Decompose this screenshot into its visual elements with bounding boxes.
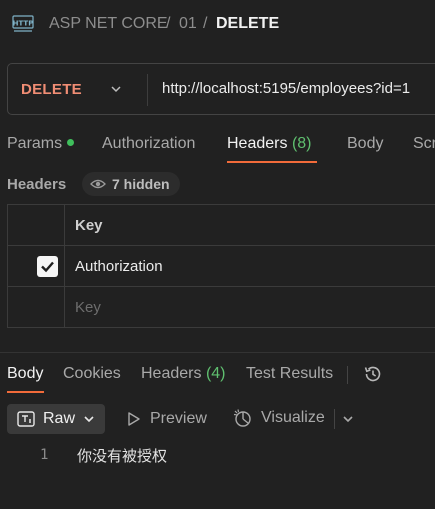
breadcrumb-current-request[interactable]: DELETE: [216, 15, 279, 33]
column-divider: [64, 205, 65, 245]
params-status-dot: [67, 139, 75, 147]
header-enabled-checkbox[interactable]: [37, 256, 58, 277]
response-tab-headers-count: (4): [205, 365, 226, 382]
column-divider: [64, 246, 65, 286]
url-input[interactable]: http://localhost:5195/employees?id=1: [162, 80, 410, 97]
response-tab-headers-label: Headers: [141, 365, 202, 382]
response-tab-test-results[interactable]: Test Results: [246, 365, 333, 383]
breadcrumb-separator: /: [166, 15, 171, 32]
divider: [347, 366, 348, 384]
http-request-icon: HTTP: [12, 15, 34, 32]
new-header-key-input[interactable]: Key: [75, 299, 101, 316]
visualize-icon: [233, 409, 251, 427]
hidden-headers-label: 7 hidden: [112, 176, 170, 192]
active-tab-indicator: [227, 161, 317, 163]
raw-format-select[interactable]: Raw: [7, 404, 105, 434]
key-column-header: Key: [75, 217, 103, 234]
active-response-tab-indicator: [7, 391, 44, 393]
table-header-row: Key: [8, 205, 435, 246]
tab-params-label: Params: [7, 135, 63, 152]
line-number: 1: [40, 447, 49, 463]
visualize-label: Visualize: [261, 409, 325, 426]
header-key-cell[interactable]: Authorization: [75, 258, 163, 275]
table-row: Authorization: [8, 246, 435, 287]
request-bar: DELETE http://localhost:5195/employees?i…: [7, 63, 435, 115]
response-tab-headers[interactable]: Headers (4): [141, 365, 226, 383]
checkmark-icon: [41, 261, 54, 273]
svg-text:HTTP: HTTP: [13, 20, 34, 28]
play-icon: [128, 412, 140, 426]
breadcrumb-separator: /: [203, 15, 208, 32]
history-icon[interactable]: [362, 363, 384, 385]
tab-headers[interactable]: Headers (8): [227, 135, 312, 153]
tab-body[interactable]: Body: [347, 135, 383, 153]
chevron-down-icon[interactable]: [110, 83, 122, 95]
divider: [334, 409, 335, 429]
panel-divider[interactable]: [0, 352, 435, 353]
chevron-down-icon: [84, 416, 94, 423]
preview-button[interactable]: Preview: [127, 410, 207, 428]
visualize-button[interactable]: Visualize: [233, 408, 325, 428]
raw-format-label: Raw: [43, 410, 76, 427]
tab-params[interactable]: Params: [7, 135, 75, 153]
headers-section-label: Headers: [7, 176, 67, 193]
response-tab-body[interactable]: Body: [7, 365, 43, 383]
hidden-headers-toggle[interactable]: 7 hidden: [82, 172, 180, 196]
divider: [147, 74, 148, 106]
headers-table: Key Authorization Key: [7, 204, 435, 328]
breadcrumb-folder[interactable]: 01: [179, 15, 197, 33]
tab-scripts[interactable]: Scri: [413, 135, 435, 153]
table-row-empty: Key: [8, 287, 435, 328]
column-divider: [64, 287, 65, 328]
method-select[interactable]: DELETE: [21, 81, 82, 98]
text-format-icon: [17, 411, 35, 427]
response-tab-cookies[interactable]: Cookies: [63, 365, 121, 383]
breadcrumb-collection[interactable]: ASP NET CORE: [49, 15, 168, 33]
tab-headers-count: (8): [291, 135, 312, 152]
chevron-down-icon[interactable]: [342, 413, 354, 425]
preview-label: Preview: [150, 410, 207, 427]
eye-icon: [90, 179, 106, 189]
response-body-text[interactable]: 你没有被授权: [77, 445, 167, 466]
tab-authorization[interactable]: Authorization: [102, 135, 195, 153]
tab-headers-label: Headers: [227, 135, 288, 152]
